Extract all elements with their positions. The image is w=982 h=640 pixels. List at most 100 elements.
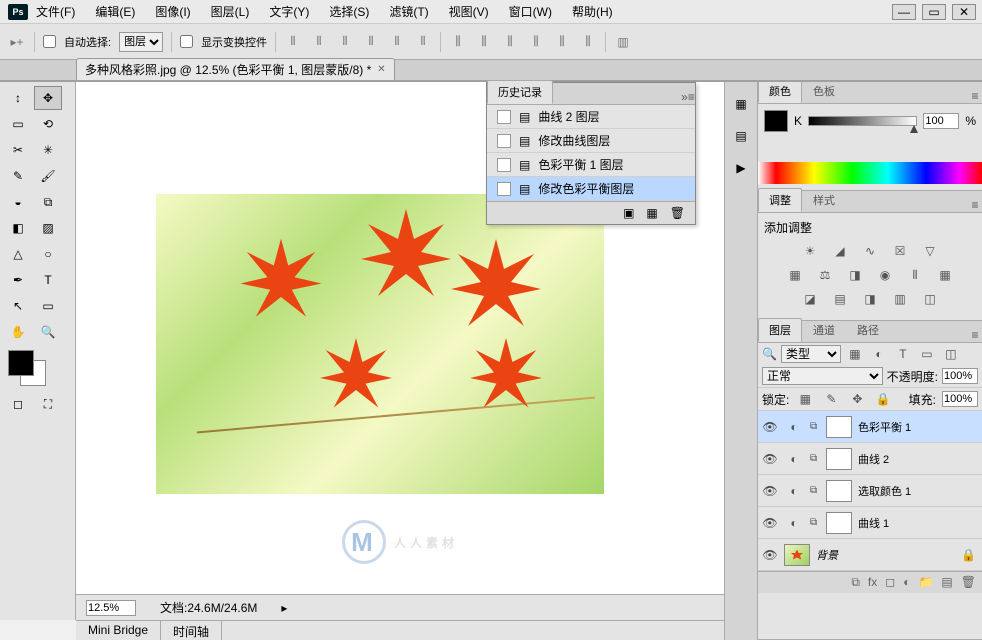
- panel-flyout-icon[interactable]: ≡: [968, 89, 982, 103]
- tab-layers[interactable]: 图层: [758, 318, 802, 342]
- menu-layer[interactable]: 图层(L): [209, 1, 252, 22]
- quick-mask-icon[interactable]: ◻: [4, 392, 32, 416]
- trash-icon[interactable]: 🗑: [670, 206, 685, 220]
- history-item[interactable]: ▤色彩平衡 1 图层: [487, 153, 695, 177]
- fill-adj-icon[interactable]: ◐: [903, 575, 910, 590]
- bw-icon[interactable]: ◨: [845, 266, 865, 284]
- layer-row[interactable]: 👁 ◐ ⧉ 色彩平衡 1: [758, 411, 982, 443]
- layer-row[interactable]: 👁 背景 🔒: [758, 539, 982, 571]
- pen-tool[interactable]: ✒: [4, 268, 32, 292]
- filter-kind-select[interactable]: 类型: [781, 345, 841, 363]
- maximize-button[interactable]: ▭: [922, 4, 946, 20]
- menu-view[interactable]: 视图(V): [447, 1, 491, 22]
- path-tool[interactable]: ↖: [4, 294, 32, 318]
- gradient-map-icon[interactable]: ▥: [890, 290, 910, 308]
- filter-pixel-icon[interactable]: ▦: [845, 345, 865, 363]
- levels-icon[interactable]: ◢: [830, 242, 850, 260]
- distribute-icon-3[interactable]: ⫼: [501, 32, 519, 52]
- balance-icon[interactable]: ⚖: [815, 266, 835, 284]
- magic-wand-tool[interactable]: ✳: [34, 138, 62, 162]
- menu-filter[interactable]: 滤镜(T): [387, 1, 430, 22]
- spectrum-ramp[interactable]: [758, 162, 982, 184]
- crop-tool[interactable]: ✂: [4, 138, 32, 162]
- tab-styles[interactable]: 样式: [802, 188, 846, 212]
- history-item[interactable]: ▤修改色彩平衡图层: [487, 177, 695, 201]
- visibility-icon[interactable]: 👁: [762, 452, 778, 466]
- lock-pixels-icon[interactable]: ▦: [795, 390, 815, 408]
- visibility-icon[interactable]: 👁: [762, 548, 778, 562]
- vibrance-icon[interactable]: ▽: [920, 242, 940, 260]
- align-icon-6[interactable]: ⫴: [414, 32, 432, 52]
- screen-mode-icon[interactable]: ⛶: [34, 392, 62, 416]
- filter-smart-icon[interactable]: ◫: [941, 345, 961, 363]
- dodge-tool[interactable]: ○: [34, 242, 62, 266]
- minimize-button[interactable]: —: [892, 4, 916, 20]
- tab-adjust[interactable]: 调整: [758, 188, 802, 212]
- align-icon-3[interactable]: ⫴: [336, 32, 354, 52]
- shape-tool[interactable]: ▭: [34, 294, 62, 318]
- distribute-icon-5[interactable]: ⫼: [553, 32, 571, 52]
- curves-icon[interactable]: ∿: [860, 242, 880, 260]
- auto-align-icon[interactable]: ▥: [614, 32, 632, 52]
- blur-tool[interactable]: △: [4, 242, 32, 266]
- channel-mix-icon[interactable]: ⫴: [905, 266, 925, 284]
- group-icon[interactable]: 📁: [918, 575, 933, 590]
- lock-brush-icon[interactable]: ✎: [821, 390, 841, 408]
- visibility-icon[interactable]: 👁: [762, 484, 778, 498]
- layer-name[interactable]: 曲线 2: [858, 451, 982, 467]
- layer-row[interactable]: 👁 ◐ ⧉ 选取颜色 1: [758, 475, 982, 507]
- panel-flyout-icon[interactable]: »≡: [681, 90, 695, 104]
- eyedropper-tool[interactable]: ✎: [4, 164, 32, 188]
- exposure-icon[interactable]: ☒: [890, 242, 910, 260]
- distribute-icon-6[interactable]: ⫼: [579, 32, 597, 52]
- mask-icon[interactable]: ◻: [885, 575, 895, 590]
- dock-brushes-icon[interactable]: ▦: [727, 92, 755, 116]
- visibility-icon[interactable]: 👁: [762, 420, 778, 434]
- menu-file[interactable]: 文件(F): [34, 1, 77, 22]
- align-icon-5[interactable]: ⫴: [388, 32, 406, 52]
- k-value-input[interactable]: [923, 113, 959, 129]
- filter-shape-icon[interactable]: ▭: [917, 345, 937, 363]
- layer-row[interactable]: 👁 ◐ ⧉ 曲线 2: [758, 443, 982, 475]
- tab-channels[interactable]: 通道: [802, 318, 846, 342]
- filter-adj-icon[interactable]: ◐: [869, 345, 889, 363]
- dock-clone-icon[interactable]: ▤: [727, 124, 755, 148]
- close-tab-icon[interactable]: ✕: [377, 64, 385, 75]
- lock-pos-icon[interactable]: ✥: [847, 390, 867, 408]
- fg-bg-colors[interactable]: [4, 350, 64, 390]
- auto-select-checkbox[interactable]: [43, 35, 56, 48]
- tab-mini-bridge[interactable]: Mini Bridge: [76, 621, 161, 640]
- document-image[interactable]: [156, 194, 604, 494]
- menu-help[interactable]: 帮助(H): [570, 1, 615, 22]
- tab-history[interactable]: 历史记录: [487, 80, 553, 104]
- tab-color[interactable]: 颜色: [758, 82, 802, 103]
- menu-select[interactable]: 选择(S): [327, 1, 371, 22]
- move-tool[interactable]: ✥: [34, 86, 62, 110]
- clone-tool[interactable]: ⧉: [34, 190, 62, 214]
- panel-flyout-icon[interactable]: ≡: [968, 328, 982, 342]
- marquee-tool[interactable]: ▭: [4, 112, 32, 136]
- blend-mode-select[interactable]: 正常: [762, 367, 883, 385]
- new-doc-icon[interactable]: ▣: [623, 206, 634, 220]
- menu-type[interactable]: 文字(Y): [267, 1, 311, 22]
- distribute-icon[interactable]: ⫼: [449, 32, 467, 52]
- auto-select-target[interactable]: 图层: [119, 32, 163, 52]
- brush-tool[interactable]: 🖌: [34, 164, 62, 188]
- invert-icon[interactable]: ◪: [800, 290, 820, 308]
- fg-color-swatch[interactable]: [8, 350, 34, 376]
- spot-heal-tool[interactable]: ◒: [4, 190, 32, 214]
- tab-swatches[interactable]: 色板: [802, 82, 846, 103]
- mask-thumb[interactable]: [826, 512, 852, 534]
- menu-window[interactable]: 窗口(W): [507, 1, 554, 22]
- panel-flyout-icon[interactable]: ≡: [968, 198, 982, 212]
- hsl-icon[interactable]: ▦: [785, 266, 805, 284]
- visibility-icon[interactable]: 👁: [762, 516, 778, 530]
- align-icon-4[interactable]: ⫴: [362, 32, 380, 52]
- fill-input[interactable]: [942, 391, 978, 407]
- align-icon[interactable]: ⫴: [284, 32, 302, 52]
- opacity-input[interactable]: [942, 368, 978, 384]
- selective-icon[interactable]: ◫: [920, 290, 940, 308]
- mask-thumb[interactable]: [826, 448, 852, 470]
- zoom-input[interactable]: [86, 600, 136, 616]
- move-arrow-icon[interactable]: ↕: [4, 86, 32, 110]
